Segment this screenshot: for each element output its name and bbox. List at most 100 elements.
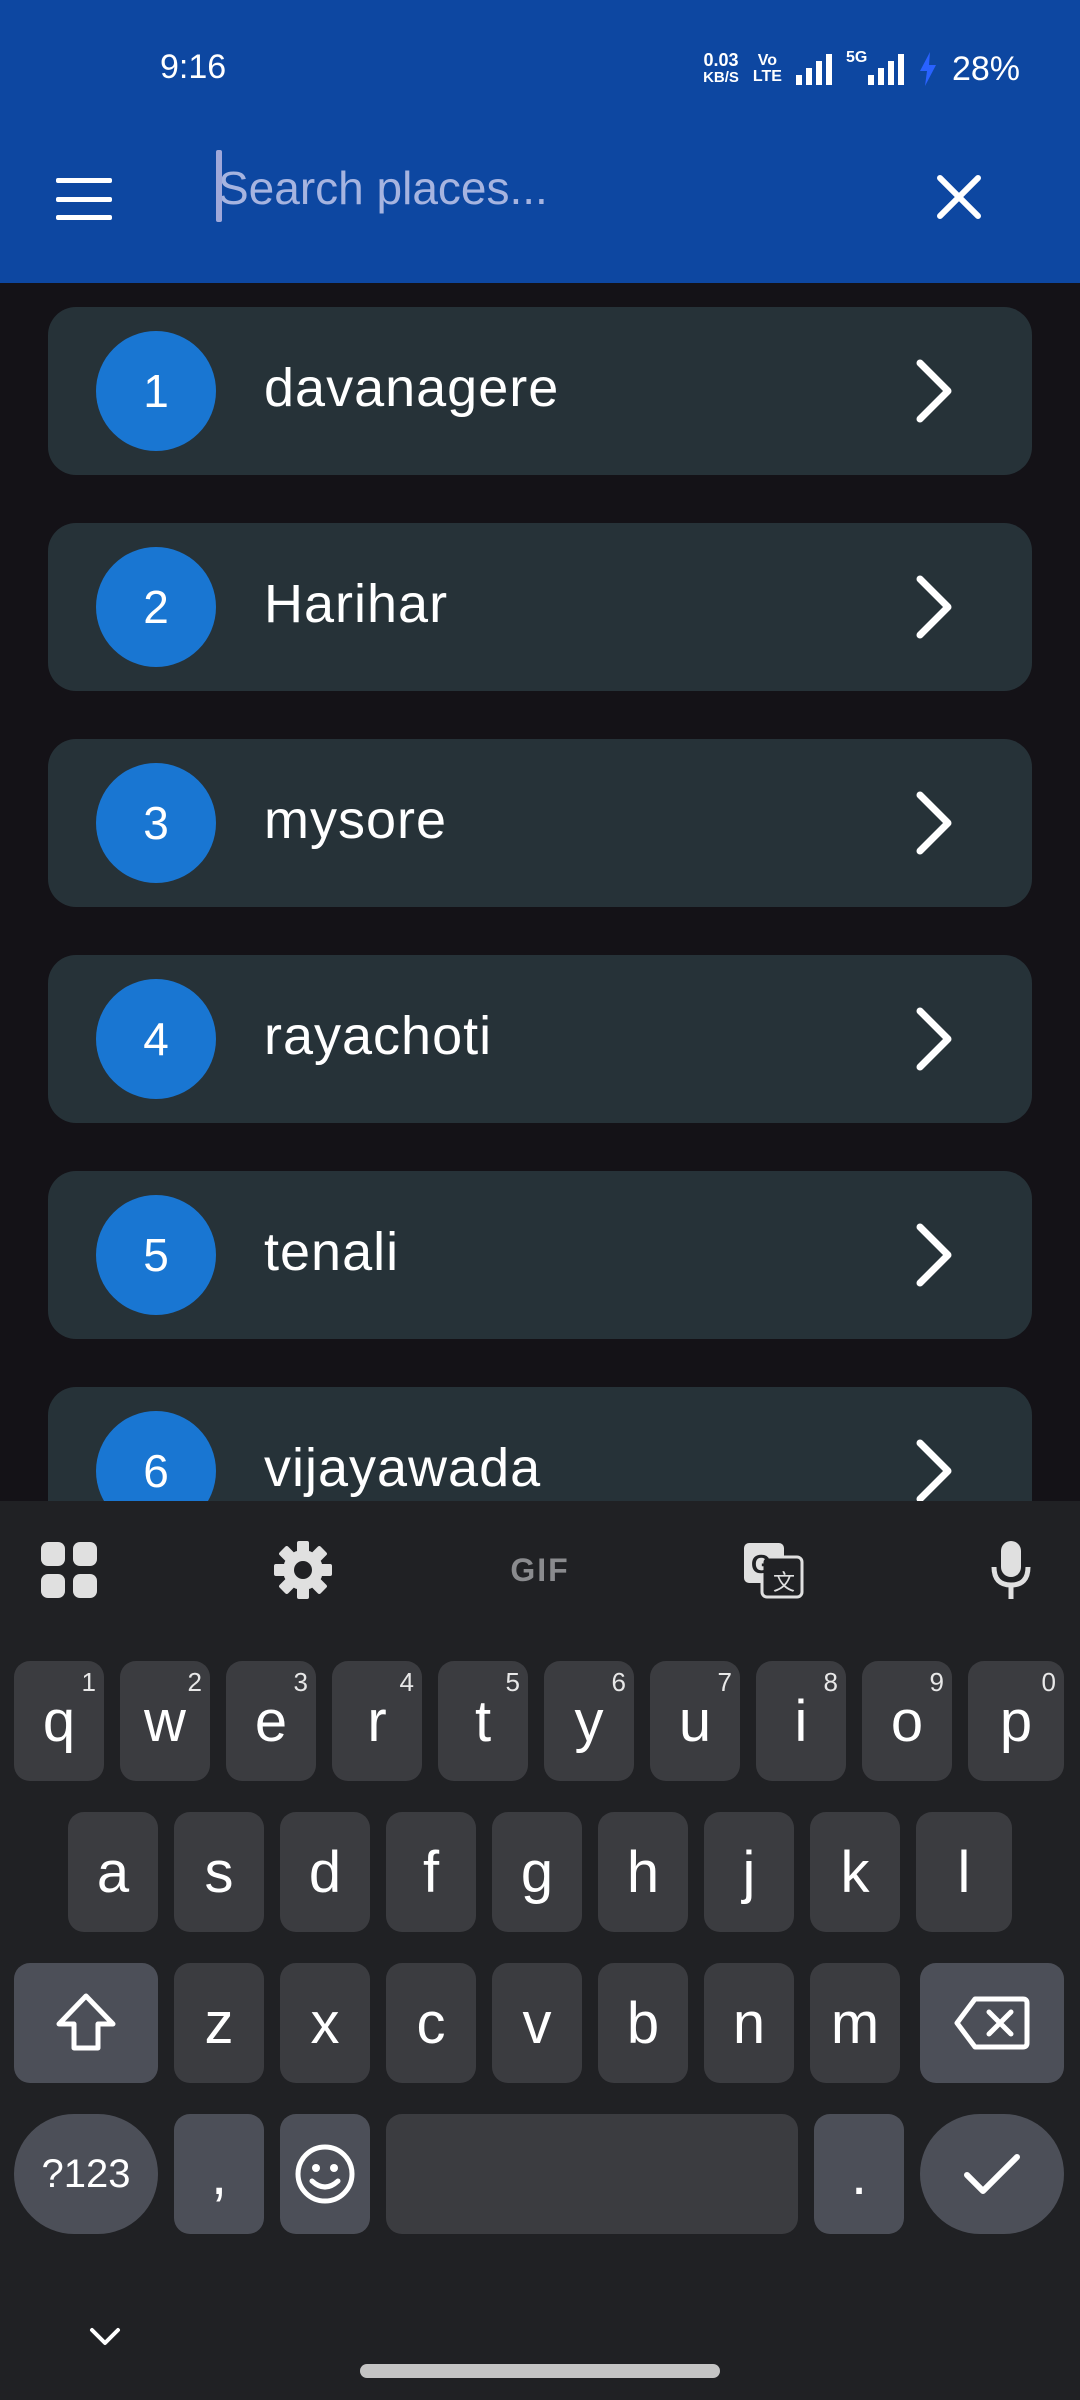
place-name: tenali <box>264 1222 400 1282</box>
key-z[interactable]: z <box>174 1963 264 2083</box>
key-k[interactable]: k <box>810 1812 900 1932</box>
key-y[interactable]: y6 <box>544 1661 634 1781</box>
key-label: t <box>474 1688 492 1754</box>
net-speed-value: 0.03 <box>703 50 739 70</box>
apps-grid-icon[interactable] <box>34 1535 104 1605</box>
key-label: i <box>794 1688 808 1754</box>
comma-key[interactable]: , <box>174 2114 264 2234</box>
key-label: o <box>890 1688 924 1754</box>
battery-percent: 28% <box>951 49 1020 88</box>
chevron-right-icon <box>916 1007 952 1071</box>
emoji-icon <box>295 2144 355 2204</box>
place-item[interactable]: 4 rayachoti <box>48 955 1032 1123</box>
key-hint: 2 <box>187 1667 202 1697</box>
key-label: w <box>144 1688 186 1754</box>
soft-keyboard: GIF G 文 q1 w2 e3 r4 t5 y6 u7 i8 o9 p0 a … <box>0 1501 1080 2400</box>
place-item[interactable]: 3 mysore <box>48 739 1032 907</box>
status-icons: 0.03 KB/S Vo LTE 5G 28% <box>703 44 1020 94</box>
svg-text:G: G <box>751 1549 771 1579</box>
volte-top: Vo <box>757 52 778 69</box>
key-hint: 0 <box>1041 1667 1056 1697</box>
microphone-icon[interactable] <box>976 1535 1046 1605</box>
key-x[interactable]: x <box>280 1963 370 2083</box>
key-c[interactable]: c <box>386 1963 476 2083</box>
key-label: e <box>254 1688 288 1754</box>
translate-icon[interactable]: G 文 <box>738 1535 808 1605</box>
chevron-right-icon <box>916 1439 952 1501</box>
symbols-key[interactable]: ?123 <box>14 2114 158 2234</box>
key-label: y <box>574 1688 604 1754</box>
place-number-badge: 4 <box>96 979 216 1099</box>
key-j[interactable]: j <box>704 1812 794 1932</box>
key-v[interactable]: v <box>492 1963 582 2083</box>
place-item[interactable]: 6 vijayawada <box>48 1387 1032 1501</box>
place-number-badge: 2 <box>96 547 216 667</box>
settings-gear-icon[interactable] <box>268 1535 338 1605</box>
net-speed-unit: KB/S <box>703 69 739 86</box>
menu-icon[interactable] <box>56 178 112 220</box>
chevron-right-icon <box>916 359 952 423</box>
key-hint: 5 <box>505 1667 520 1697</box>
emoji-key[interactable] <box>280 2114 370 2234</box>
key-m[interactable]: m <box>810 1963 900 2083</box>
key-hint: 7 <box>717 1667 732 1697</box>
key-f[interactable]: f <box>386 1812 476 1932</box>
place-name: davanagere <box>264 358 560 418</box>
key-b[interactable]: b <box>598 1963 688 2083</box>
place-number-badge: 1 <box>96 331 216 451</box>
place-item[interactable]: 5 tenali <box>48 1171 1032 1339</box>
app-bar: 9:16 0.03 KB/S Vo LTE 5G 28% <box>0 0 1080 283</box>
place-name: vijayawada <box>264 1438 542 1498</box>
place-number-badge: 6 <box>96 1411 216 1501</box>
key-t[interactable]: t5 <box>438 1661 528 1781</box>
key-o[interactable]: o9 <box>862 1661 952 1781</box>
key-w[interactable]: w2 <box>120 1661 210 1781</box>
gif-button[interactable]: GIF <box>500 1535 580 1605</box>
key-hint: 1 <box>81 1667 96 1697</box>
place-name: Harihar <box>264 574 449 634</box>
done-key[interactable] <box>920 2114 1064 2234</box>
key-n[interactable]: n <box>704 1963 794 2083</box>
key-g[interactable]: g <box>492 1812 582 1932</box>
key-i[interactable]: i8 <box>756 1661 846 1781</box>
key-label: q <box>42 1688 76 1754</box>
key-h[interactable]: h <box>598 1812 688 1932</box>
search-field[interactable] <box>214 150 900 226</box>
key-label: r <box>367 1688 387 1754</box>
place-item[interactable]: 1 davanagere <box>48 307 1032 475</box>
key-r[interactable]: r4 <box>332 1661 422 1781</box>
volte-icon: Vo LTE <box>753 53 782 85</box>
close-icon[interactable] <box>932 170 986 224</box>
key-q[interactable]: q1 <box>14 1661 104 1781</box>
space-key[interactable] <box>386 2114 798 2234</box>
place-name: mysore <box>264 790 448 850</box>
backspace-key[interactable] <box>920 1963 1064 2083</box>
key-u[interactable]: u7 <box>650 1661 740 1781</box>
place-number-badge: 5 <box>96 1195 216 1315</box>
key-l[interactable]: l <box>916 1812 1012 1932</box>
key-a[interactable]: a <box>68 1812 158 1932</box>
key-s[interactable]: s <box>174 1812 264 1932</box>
gesture-nav-handle[interactable] <box>360 2364 720 2378</box>
period-key[interactable]: . <box>814 2114 904 2234</box>
key-e[interactable]: e3 <box>226 1661 316 1781</box>
charging-icon <box>919 52 936 86</box>
svg-text:文: 文 <box>773 1571 795 1596</box>
key-hint: 3 <box>293 1667 308 1697</box>
place-number-badge: 3 <box>96 763 216 883</box>
net-speed: 0.03 KB/S <box>703 51 739 87</box>
status-time: 9:16 <box>160 48 227 86</box>
signal-icon <box>795 53 832 85</box>
collapse-keyboard-chevron-icon[interactable] <box>88 2325 122 2349</box>
place-item[interactable]: 2 Harihar <box>48 523 1032 691</box>
volte-bottom: LTE <box>752 68 782 85</box>
key-label: u <box>678 1688 712 1754</box>
signal-5g-icon: 5G <box>846 49 904 85</box>
key-d[interactable]: d <box>280 1812 370 1932</box>
shift-key[interactable] <box>14 1963 158 2083</box>
chevron-right-icon <box>916 575 952 639</box>
places-list: 1 davanagere 2 Harihar 3 mysore 4 rayach… <box>0 283 1080 1501</box>
backspace-icon <box>954 1996 1030 2050</box>
search-input[interactable] <box>214 150 900 226</box>
key-p[interactable]: p0 <box>968 1661 1064 1781</box>
